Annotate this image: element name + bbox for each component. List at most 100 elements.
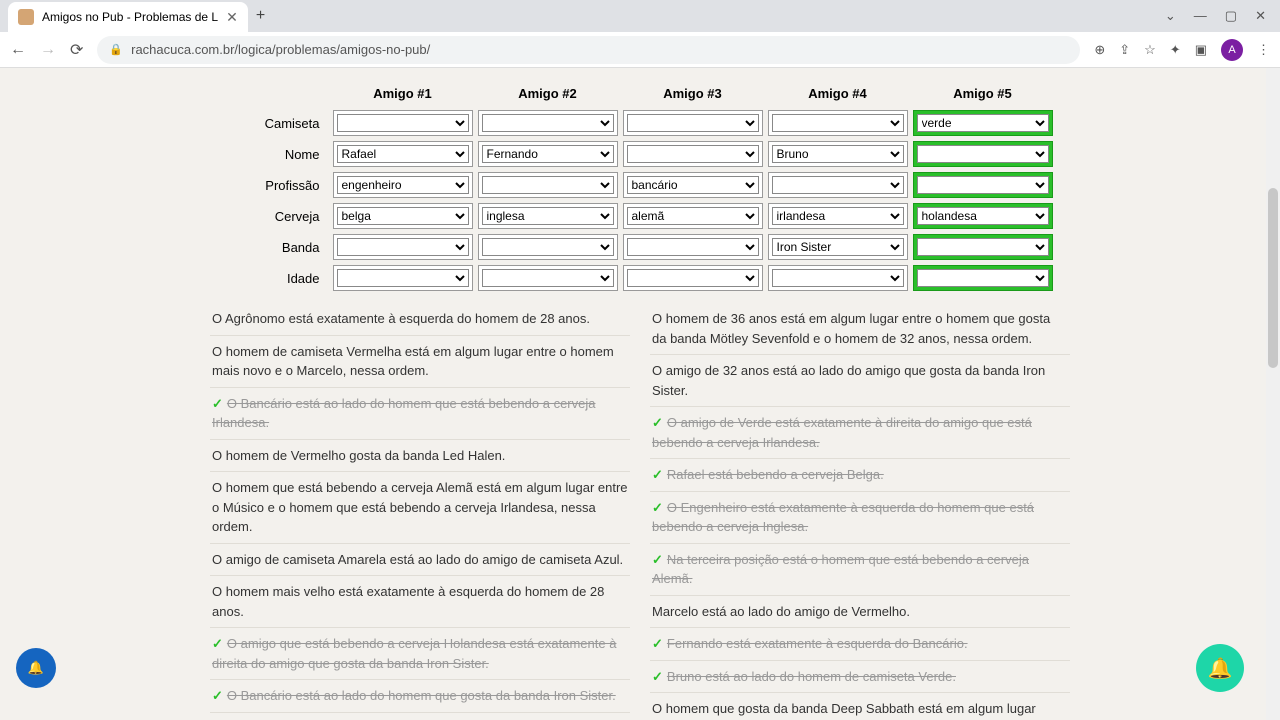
share-icon[interactable]: ⇪	[1119, 42, 1130, 58]
clue-item[interactable]: ✓Na terceira posição está o homem que es…	[650, 544, 1070, 596]
grid-select[interactable]	[917, 176, 1049, 194]
clue-item[interactable]: ✓O Engenheiro está exatamente à esquerda…	[650, 492, 1070, 544]
grid-select[interactable]: belga	[337, 207, 469, 225]
grid-select[interactable]	[482, 114, 614, 132]
new-tab-button[interactable]: +	[256, 7, 265, 25]
clue-text: O homem mais velho está exatamente à esq…	[212, 584, 604, 619]
address-bar[interactable]: 🔒 rachacuca.com.br/logica/problemas/amig…	[97, 36, 1080, 64]
grid-select[interactable]	[337, 269, 469, 287]
clue-item[interactable]: O homem que está bebendo a cerveja Alemã…	[210, 472, 630, 544]
clue-item[interactable]: Marcelo está ao lado do amigo de Vermelh…	[650, 596, 1070, 629]
back-button[interactable]: ←	[10, 41, 26, 59]
row-label: Idade	[228, 267, 328, 290]
row-label: Camiseta	[228, 112, 328, 135]
grid-select[interactable]	[337, 238, 469, 256]
grid-cell: Rafael	[333, 141, 473, 167]
grid-select[interactable]: irlandesa	[772, 207, 904, 225]
grid-select[interactable]	[627, 269, 759, 287]
clue-item[interactable]: ✓O Bancário está ao lado do homem que go…	[210, 680, 630, 713]
grid-cell	[478, 172, 618, 198]
grid-select[interactable]	[627, 145, 759, 163]
check-icon: ✓	[652, 669, 663, 684]
clue-item[interactable]: ✓O amigo de Verde está exatamente à dire…	[650, 407, 1070, 459]
scrollbar-thumb[interactable]	[1268, 188, 1278, 368]
row-label: Nome	[228, 143, 328, 166]
grid-select[interactable]	[917, 269, 1049, 287]
grid-select[interactable]	[772, 176, 904, 194]
clue-text: O homem que gosta da banda Deep Sabbath …	[652, 701, 1050, 720]
grid-select[interactable]: Rafael	[337, 145, 469, 163]
clue-item[interactable]: O homem de camiseta Vermelha está em alg…	[210, 336, 630, 388]
close-tab-icon[interactable]: ✕	[226, 9, 238, 26]
clue-item[interactable]: ✓O Bancário está ao lado do homem que es…	[210, 388, 630, 440]
page-content: Amigo #1Amigo #2Amigo #3Amigo #4Amigo #5…	[0, 68, 1280, 720]
row-label: Cerveja	[228, 205, 328, 228]
grid-cell: belga	[333, 203, 473, 229]
grid-select[interactable]: Fernando	[482, 145, 614, 163]
clue-text: O homem de 36 anos está em algum lugar e…	[652, 311, 1050, 346]
clue-item[interactable]: ✓Rafael está bebendo a cerveja Belga.	[650, 459, 1070, 492]
grid-cell	[913, 265, 1053, 291]
grid-select[interactable]	[482, 238, 614, 256]
grid-select[interactable]	[627, 114, 759, 132]
clue-item[interactable]: O homem de Vermelho gosta da banda Led H…	[210, 440, 630, 473]
scrollbar[interactable]	[1266, 68, 1280, 720]
grid-select[interactable]: inglesa	[482, 207, 614, 225]
grid-select[interactable]	[772, 269, 904, 287]
zoom-icon[interactable]: ⊕	[1094, 42, 1105, 58]
extensions-icon[interactable]: ✦	[1170, 42, 1181, 58]
grid-select[interactable]: Iron Sister	[772, 238, 904, 256]
grid-select[interactable]	[917, 145, 1049, 163]
check-icon: ✓	[652, 636, 663, 651]
clue-item[interactable]: O homem mais velho está exatamente à esq…	[210, 576, 630, 628]
clue-item[interactable]: O homem de 36 anos está em algum lugar e…	[650, 303, 1070, 355]
column-header: Amigo #5	[913, 82, 1053, 105]
reload-button[interactable]: ⟳	[70, 40, 83, 60]
close-window-button[interactable]: ✕	[1255, 8, 1266, 24]
clue-text: O amigo de Verde está exatamente à direi…	[652, 415, 1032, 450]
grid-select[interactable]	[482, 269, 614, 287]
dropdown-icon[interactable]: ⌄	[1165, 8, 1176, 24]
clue-text: Na terceira posição está o homem que est…	[652, 552, 1029, 587]
clue-item[interactable]: O Agrônomo está exatamente à esquerda do…	[210, 303, 630, 336]
grid-select[interactable]: verde	[917, 114, 1049, 132]
grid-select[interactable]	[627, 238, 759, 256]
clue-item[interactable]: O homem que está bebendo a cerveja Ingle…	[210, 713, 630, 720]
browser-tab[interactable]: Amigos no Pub - Problemas de L ✕	[8, 2, 248, 32]
grid-select[interactable]: alemã	[627, 207, 759, 225]
grid-select[interactable]	[482, 176, 614, 194]
clue-item[interactable]: O homem que gosta da banda Deep Sabbath …	[650, 693, 1070, 720]
grid-cell: Fernando	[478, 141, 618, 167]
clue-text: Bruno está ao lado do homem de camiseta …	[667, 669, 956, 684]
clue-item[interactable]: ✓O amigo que está bebendo a cerveja Hola…	[210, 628, 630, 680]
maximize-button[interactable]: ▢	[1225, 8, 1237, 24]
grid-cell: holandesa	[913, 203, 1053, 229]
grid-cell: irlandesa	[768, 203, 908, 229]
clue-item[interactable]: ✓ Bruno está ao lado do homem de camiseta…	[650, 661, 1070, 694]
grid-cell	[913, 172, 1053, 198]
grid-select[interactable]: holandesa	[917, 207, 1049, 225]
sidepanel-icon[interactable]: ▣	[1195, 42, 1207, 58]
grid-select[interactable]	[772, 114, 904, 132]
grid-select[interactable]	[917, 238, 1049, 256]
grid-select[interactable]: bancário	[627, 176, 759, 194]
bookmark-icon[interactable]: ☆	[1144, 42, 1156, 58]
clue-item[interactable]: O amigo de camiseta Amarela está ao lado…	[210, 544, 630, 577]
profile-avatar[interactable]: A	[1221, 39, 1243, 61]
clue-text: O Engenheiro está exatamente à esquerda …	[652, 500, 1034, 535]
clue-item[interactable]: O amigo de 32 anos está ao lado do amigo…	[650, 355, 1070, 407]
menu-icon[interactable]: ⋮	[1257, 42, 1270, 58]
clues-right: O homem de 36 anos está em algum lugar e…	[650, 303, 1070, 720]
minimize-button[interactable]: —	[1194, 8, 1207, 24]
grid-select[interactable]	[337, 114, 469, 132]
forward-button[interactable]: →	[40, 41, 56, 59]
favicon-icon	[18, 9, 34, 25]
clue-item[interactable]: ✓Fernando está exatamente à esquerda do …	[650, 628, 1070, 661]
column-header: Amigo #2	[478, 82, 618, 105]
grid-cell: Bruno	[768, 141, 908, 167]
grid-select[interactable]: Bruno	[772, 145, 904, 163]
notification-badge-left[interactable]: 🔔	[16, 648, 56, 688]
grid-select[interactable]: engenheiro	[337, 176, 469, 194]
notification-badge-right[interactable]: 🔔	[1196, 644, 1244, 692]
grid-cell	[913, 141, 1053, 167]
